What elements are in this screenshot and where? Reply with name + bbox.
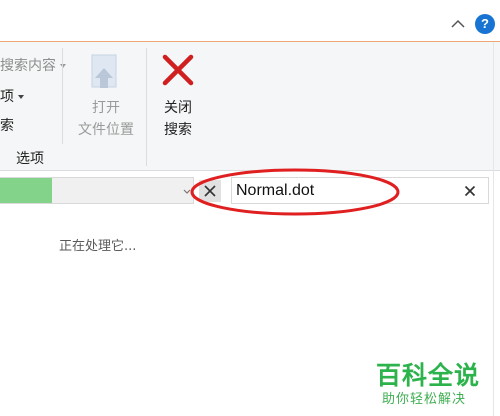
search-input[interactable] [236,180,456,201]
stop-button[interactable] [199,180,221,202]
search-ribbon-label: 索 [0,118,14,134]
watermark-subtitle: 助你轻松解决 [382,392,467,407]
search-content-label: 搜索内容 [0,58,56,74]
search-content-dropdown: 搜索内容 [0,55,66,75]
ribbon-separator [146,48,147,166]
options-dropdown[interactable]: 项 [0,86,24,106]
open-label-line1: 打开 [92,100,120,116]
close-search-button[interactable]: 关闭 搜索 [150,50,206,145]
open-file-location-button[interactable]: 打开 文件位置 [70,50,142,145]
chevron-down-icon[interactable] [183,189,191,195]
window-edge [493,42,494,416]
help-icon[interactable]: ? [475,14,495,34]
options-label: 项 [0,89,14,105]
open-label-line2: 文件位置 [78,122,134,138]
search-ribbon-item[interactable]: 索 [0,115,14,135]
chevron-down-icon [18,95,24,99]
address-bar-progress[interactable] [0,177,194,204]
red-x-icon [162,54,194,86]
watermark-title: 百科全说 [376,361,481,390]
close-search-label-line1: 关闭 [164,100,192,116]
chevron-up-icon[interactable] [448,14,468,34]
chevron-down-icon [60,64,66,68]
search-box[interactable] [231,177,489,204]
status-text: 正在处理它... [59,239,137,254]
close-search-label-line2: 搜索 [164,122,192,138]
close-icon [204,185,216,197]
progress-fill [0,178,52,203]
close-icon[interactable] [464,185,476,197]
folder-arrow-icon [91,54,117,88]
title-strip [0,0,500,41]
ribbon-separator [62,48,63,144]
ribbon-group-label: 选项 [16,151,44,167]
